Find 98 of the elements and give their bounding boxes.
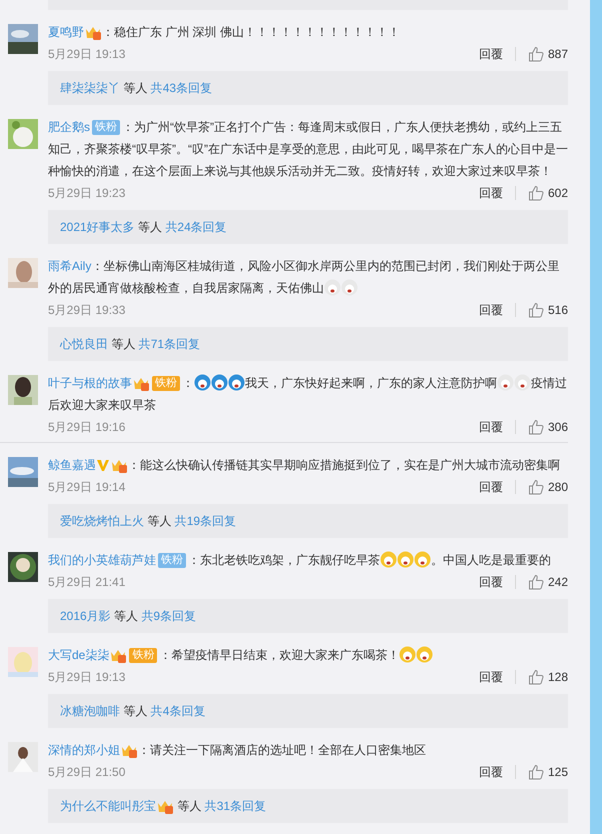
avatar <box>8 119 38 149</box>
reply-summary-text: 等人 <box>138 220 162 234</box>
username-link[interactable]: 深情的郑小姐 <box>48 743 120 757</box>
username-link[interactable]: 2016月影 <box>60 609 111 623</box>
comment-text: 。中国人吃是最重要的 <box>431 553 551 567</box>
thumbs-up-icon <box>528 302 544 318</box>
like-count: 516 <box>548 302 568 319</box>
reply-summary-text: 等人 <box>147 514 172 528</box>
reply-summary-text: 等人 <box>177 799 202 813</box>
username-link[interactable]: 2021好事太多 <box>60 220 135 234</box>
like-count: 128 <box>548 669 568 686</box>
like-button[interactable]: 128 <box>528 666 568 688</box>
like-count: 125 <box>548 764 568 781</box>
thumbs-up-icon <box>528 574 544 590</box>
comment-text: ：为广州“饮早茶”正名打个广告：每逢周末或假日，广东人便扶老携幼，或约上三五 <box>122 120 562 134</box>
view-replies-link[interactable]: 共9条回复 <box>141 609 196 623</box>
avatar <box>8 457 38 487</box>
username-link[interactable]: 夏鸣野 <box>48 25 84 39</box>
like-button[interactable]: 242 <box>528 571 568 593</box>
thumbs-up-icon <box>528 479 544 495</box>
thumbs-up-icon <box>528 669 544 685</box>
scrollbar[interactable] <box>590 0 602 834</box>
view-replies-link[interactable]: 共71条回复 <box>138 337 200 351</box>
reply-link[interactable]: 回覆 <box>478 299 503 321</box>
username-link[interactable]: 为什么不能叫彤宝 <box>60 799 156 813</box>
reply-summary-text: 等人 <box>114 609 138 623</box>
comment-text: ：坐标佛山南海区桂城街道，风险小区御水岸两公里内的范围已封闭，我们刚处于两公里 <box>91 259 560 273</box>
like-count: 306 <box>548 419 568 436</box>
comment-text: ：请关注一下隔离酒店的选址吧！全部在人口密集地区 <box>138 743 426 757</box>
comment-text: 种愉快的消遣，在这个层面上来说与其他娱乐活动并无二致。疫情好转，欢迎大家过来叹早茶！ <box>48 164 552 178</box>
fan-badge: 铁粉 <box>129 648 158 663</box>
reply-link[interactable]: 回覆 <box>478 761 503 783</box>
timestamp: 5月29日 19:14 <box>48 479 126 496</box>
comment-text: 后欢迎大家来叹早茶 <box>48 398 156 412</box>
thumbs-up-icon <box>528 764 544 780</box>
username-link[interactable]: 大写de柒柒 <box>48 648 110 662</box>
like-count: 242 <box>548 574 568 591</box>
username-link[interactable]: 爱吃烧烤怕上火 <box>60 514 144 528</box>
verified-icon <box>96 457 110 473</box>
like-button[interactable]: 602 <box>528 182 568 204</box>
comment-text: ：稳住广东 广州 深圳 佛山！！！！！！！！！！！！！ <box>102 25 400 39</box>
view-replies-link[interactable]: 共24条回复 <box>165 220 227 234</box>
reply-link[interactable]: 回覆 <box>478 666 503 688</box>
view-replies-link[interactable]: 共19条回复 <box>174 514 236 528</box>
username-link[interactable]: 肥企鹅s <box>48 120 90 134</box>
reply-summary-text: 等人 <box>123 704 148 718</box>
username-link[interactable]: 冰糖泡咖啡 <box>60 704 120 718</box>
fan-badge: 铁粉 <box>152 376 180 391</box>
avatar <box>8 375 38 405</box>
comment-text: ：希望疫情早日结束，欢迎大家来广东喝茶！ <box>159 648 400 662</box>
avatar <box>8 258 38 288</box>
reply-link[interactable]: 回覆 <box>478 43 503 65</box>
like-button[interactable]: 306 <box>528 416 568 438</box>
like-count: 602 <box>548 185 568 202</box>
thumbs-up-icon <box>528 46 544 62</box>
fan-badge: 铁粉 <box>158 553 186 568</box>
comment-text: 疫情过 <box>531 376 567 390</box>
reply-link[interactable]: 回覆 <box>478 416 503 438</box>
timestamp: 5月29日 19:16 <box>48 419 126 436</box>
reply-summary-text: 等人 <box>111 337 136 351</box>
timestamp: 5月29日 19:13 <box>48 46 126 63</box>
view-replies-link[interactable]: 共43条回复 <box>150 81 212 95</box>
username-link[interactable]: 心悦良田 <box>60 337 108 351</box>
comment-text: 我天，广东快好起来啊，广东的家人注意防护啊 <box>245 376 497 390</box>
like-button[interactable]: 887 <box>528 43 568 65</box>
timestamp: 5月29日 19:13 <box>48 669 126 686</box>
avatar <box>8 24 38 54</box>
timestamp: 5月29日 19:23 <box>48 185 126 202</box>
reply-link[interactable]: 回覆 <box>478 182 503 204</box>
comment-text: ： <box>182 376 194 390</box>
like-button[interactable]: 516 <box>528 299 568 321</box>
username-link[interactable]: 肆柒柒柒丫 <box>60 81 120 95</box>
username-link[interactable]: 鲸鱼嘉遇 <box>48 458 96 472</box>
reply-link[interactable]: 回覆 <box>478 571 503 593</box>
username-link[interactable]: 雨希Aily <box>48 259 92 273</box>
avatar <box>8 742 38 772</box>
view-replies-link[interactable]: 共4条回复 <box>150 704 206 718</box>
reply-link[interactable]: 回覆 <box>478 476 503 498</box>
comment-text: ：能这么快确认传播链其实早期响应措施挺到位了，实在是广州大城市流动密集啊 <box>128 458 560 472</box>
comment-text: ：东北老铁吃鸡架，广东靓仔吃早茶 <box>188 553 380 567</box>
like-button[interactable]: 280 <box>528 476 568 498</box>
like-count: 280 <box>548 479 568 496</box>
thumbs-up-icon <box>528 419 544 435</box>
username-link[interactable]: 我们的小英雄葫芦娃 <box>48 553 156 567</box>
timestamp: 5月29日 19:33 <box>48 302 126 319</box>
username-link[interactable]: 叶子与根的故事 <box>48 376 132 390</box>
comment-text: 外的居民通宵做核酸检查，自我居家隔离，天佑佛山 <box>48 281 324 295</box>
timestamp: 5月29日 21:41 <box>48 574 126 591</box>
avatar <box>8 552 38 582</box>
fan-badge: 铁粉 <box>92 120 120 135</box>
thumbs-up-icon <box>528 185 544 201</box>
reply-summary-text: 等人 <box>123 81 148 95</box>
timestamp: 5月29日 21:50 <box>48 764 126 781</box>
view-replies-link[interactable]: 共31条回复 <box>204 799 266 813</box>
avatar <box>8 647 38 677</box>
like-count: 887 <box>548 46 568 63</box>
comment-text: 知己，齐聚茶楼“叹早茶”。“叹”在广东话中是享受的意思，由此可见，喝早茶在广东人的心目中是一 <box>48 142 568 156</box>
like-button[interactable]: 125 <box>528 761 568 783</box>
